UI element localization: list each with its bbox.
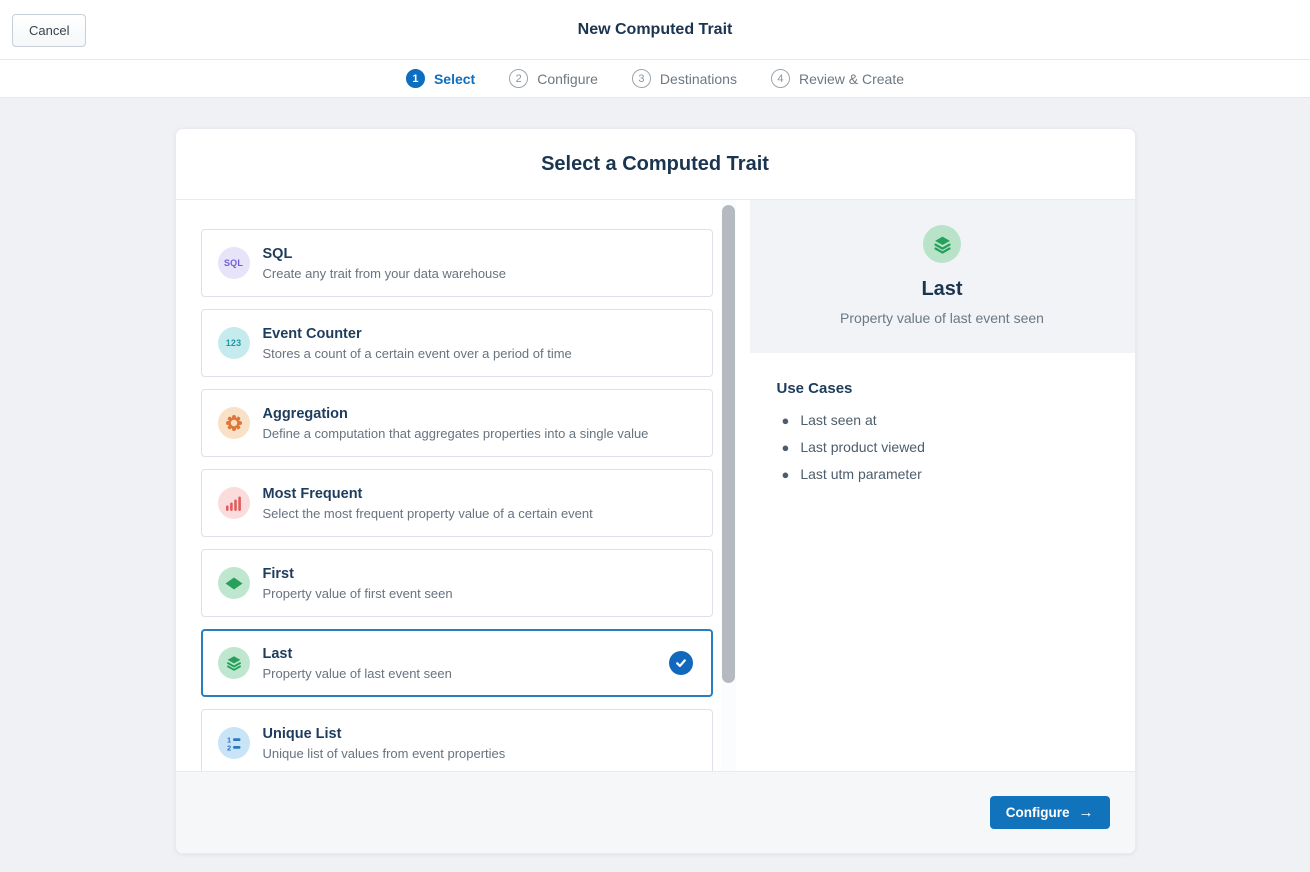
step-nav: 1 Select 2 Configure 3 Destinations 4 Review & … <box>0 60 1310 98</box>
trait-title: Event Counter <box>263 325 572 343</box>
step-number-badge: 3 <box>632 69 651 88</box>
use-case-item: ● Last utm parameter <box>777 461 1115 488</box>
bullet-icon: ● <box>782 434 790 461</box>
numbers-123-icon: 123 <box>218 327 250 359</box>
use-cases-heading: Use Cases <box>777 380 1115 397</box>
use-case-item: ● Last seen at <box>777 407 1115 434</box>
use-case-text: Last utm parameter <box>800 461 921 488</box>
step-configure[interactable]: 2 Configure <box>509 69 598 88</box>
card-body: SQL SQL Create any trait from your data wa… <box>176 200 1135 771</box>
step-number-badge: 2 <box>509 69 528 88</box>
trait-item-last[interactable]: Last Property value of last event seen <box>201 629 713 697</box>
layers-icon <box>218 647 250 679</box>
step-review-create[interactable]: 4 Review & Create <box>771 69 904 88</box>
diamond-icon <box>218 567 250 599</box>
use-case-item: ● Last product viewed <box>777 434 1115 461</box>
aggregation-asterisk-icon <box>218 407 250 439</box>
sql-badge-icon: SQL <box>218 247 250 279</box>
card-title: Select a Computed Trait <box>541 153 769 176</box>
trait-text: Event Counter Stores a count of a certain… <box>263 325 572 361</box>
arrow-right-icon: → <box>1079 805 1094 820</box>
bullet-icon: ● <box>782 461 790 488</box>
card-footer: Configure → <box>176 771 1135 853</box>
trait-text: Unique List Unique list of values from ev… <box>263 725 506 761</box>
configure-button-label: Configure <box>1006 805 1070 820</box>
svg-text:2: 2 <box>227 743 231 752</box>
page-title: New Computed Trait <box>0 0 1310 60</box>
detail-header: Last Property value of last event seen <box>750 200 1135 353</box>
trait-list: SQL SQL Create any trait from your data wa… <box>176 200 713 771</box>
trait-text: SQL Create any trait from your data wareh… <box>263 245 507 281</box>
step-label: Review & Create <box>799 71 904 87</box>
trait-item-first[interactable]: First Property value of first event seen <box>201 549 713 617</box>
trait-title: Unique List <box>263 725 506 743</box>
trait-title: Last <box>263 645 452 663</box>
trait-detail-panel: Last Property value of last event seen U… <box>750 200 1135 771</box>
bullet-icon: ● <box>782 407 790 434</box>
trait-description: Unique list of values from event propert… <box>263 746 506 761</box>
trait-text: Most Frequent Select the most frequent pr… <box>263 485 593 521</box>
scrollbar[interactable] <box>721 200 736 771</box>
trait-text: Aggregation Define a computation that agg… <box>263 405 649 441</box>
step-number-badge: 1 <box>406 69 425 88</box>
layers-icon <box>923 225 961 263</box>
top-bar: Cancel New Computed Trait <box>0 0 1310 60</box>
use-case-text: Last product viewed <box>800 434 925 461</box>
bar-chart-icon <box>218 487 250 519</box>
detail-title: Last <box>921 278 962 301</box>
detail-subtitle: Property value of last event seen <box>840 310 1044 326</box>
selected-check-icon <box>669 651 693 675</box>
scrollbar-thumb[interactable] <box>722 205 735 683</box>
step-label: Select <box>434 71 475 87</box>
numbered-list-icon: 12 <box>218 727 250 759</box>
trait-item-most-frequent[interactable]: Most Frequent Select the most frequent pr… <box>201 469 713 537</box>
trait-item-sql[interactable]: SQL SQL Create any trait from your data wa… <box>201 229 713 297</box>
step-select[interactable]: 1 Select <box>406 69 475 88</box>
trait-item-event-counter[interactable]: 123 Event Counter Stores a count of a cert… <box>201 309 713 377</box>
use-cases-section: Use Cases ● Last seen at ● Last product … <box>750 353 1135 488</box>
trait-description: Define a computation that aggregates pro… <box>263 426 649 441</box>
use-case-text: Last seen at <box>800 407 876 434</box>
trait-description: Property value of last event seen <box>263 666 452 681</box>
step-label: Destinations <box>660 71 737 87</box>
step-number-badge: 4 <box>771 69 790 88</box>
computed-trait-card: Select a Computed Trait SQL SQL Create any… <box>175 128 1136 854</box>
trait-title: Most Frequent <box>263 485 593 503</box>
trait-title: Aggregation <box>263 405 649 423</box>
card-header: Select a Computed Trait <box>176 129 1135 200</box>
trait-title: First <box>263 565 453 583</box>
trait-description: Select the most frequent property value … <box>263 506 593 521</box>
trait-title: SQL <box>263 245 507 263</box>
use-cases-list: ● Last seen at ● Last product viewed ● L… <box>777 407 1115 488</box>
trait-description: Property value of first event seen <box>263 586 453 601</box>
step-destinations[interactable]: 3 Destinations <box>632 69 737 88</box>
trait-item-aggregation[interactable]: Aggregation Define a computation that agg… <box>201 389 713 457</box>
trait-item-unique-list[interactable]: 12 Unique List Unique list of values from … <box>201 709 713 771</box>
configure-button[interactable]: Configure → <box>990 796 1110 829</box>
trait-text: First Property value of first event seen <box>263 565 453 601</box>
step-label: Configure <box>537 71 598 87</box>
trait-description: Stores a count of a certain event over a… <box>263 346 572 361</box>
trait-description: Create any trait from your data warehous… <box>263 266 507 281</box>
trait-text: Last Property value of last event seen <box>263 645 452 681</box>
